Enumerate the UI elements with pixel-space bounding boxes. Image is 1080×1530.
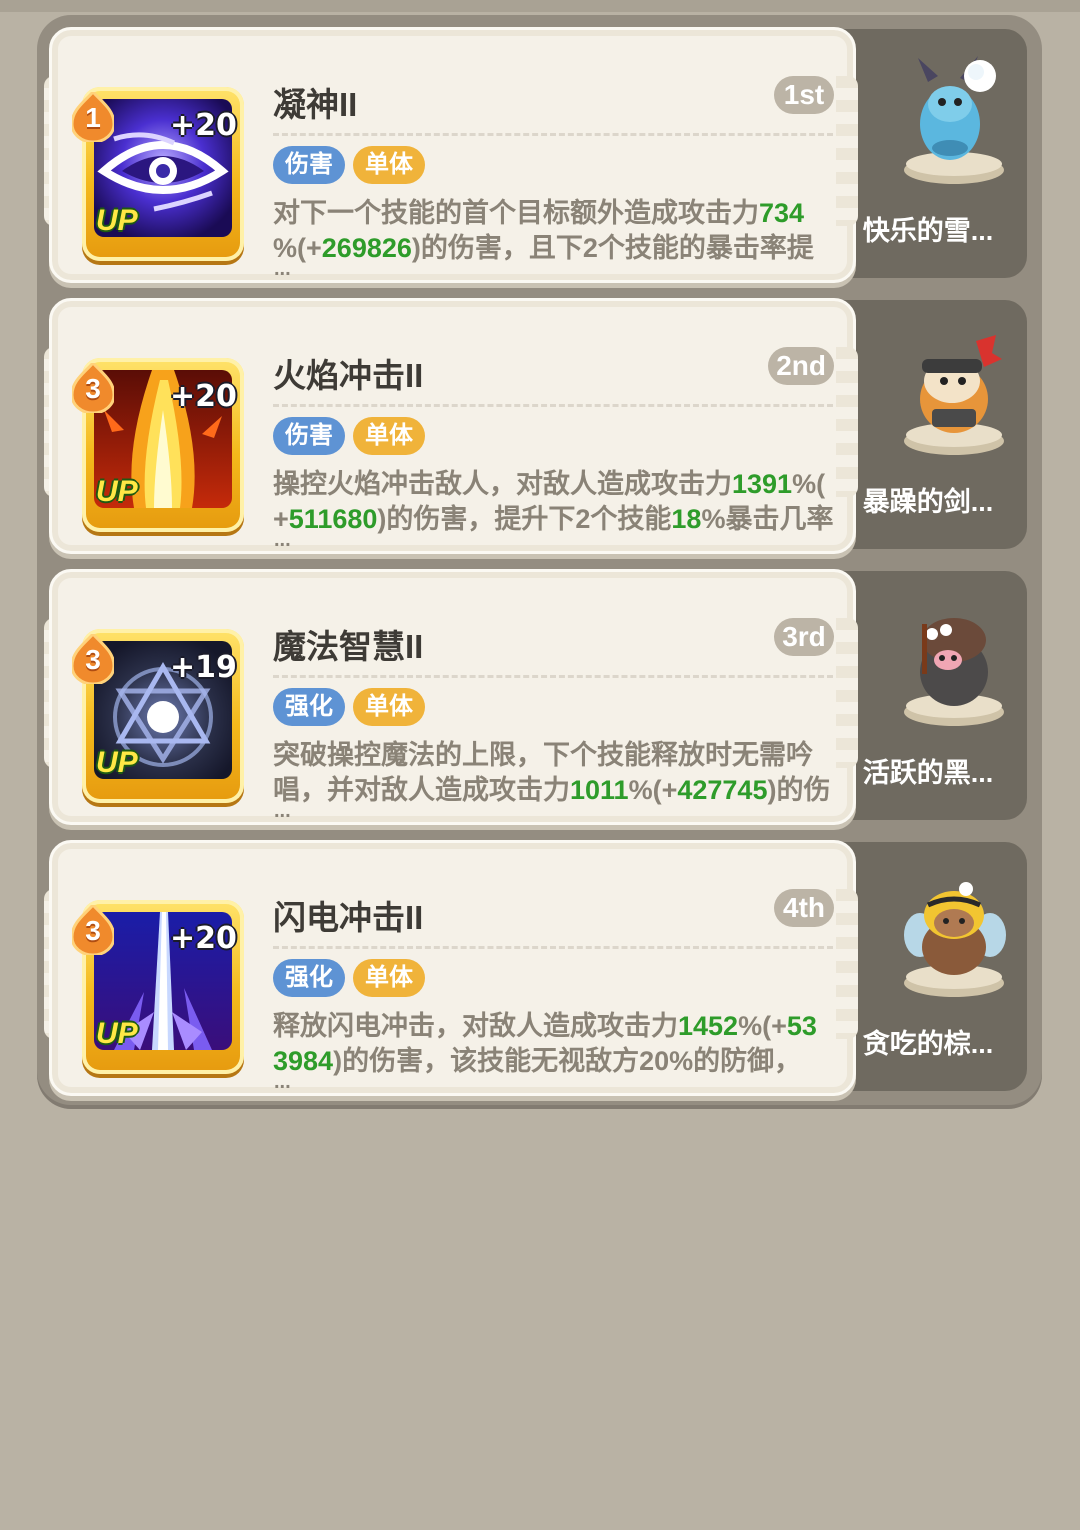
desc-line-1: 突破操控魔法的上限，下个技能释放时无需吟 (273, 740, 813, 770)
level-badge: 3 (70, 360, 116, 415)
skill-name: 闪电冲击II (273, 899, 424, 936)
desc-line-2: 唱，并对敌人造成攻击力1011%(+427745)的伤 (273, 775, 831, 805)
level-number: 1 (85, 102, 101, 133)
pet-name: 活跃的黑... (862, 758, 994, 788)
tag-type: 伤害 (273, 146, 345, 184)
enhance-level: +19 (170, 650, 237, 685)
black-pig-pet-icon (904, 618, 1004, 726)
up-label: UP (96, 746, 138, 779)
divider (273, 675, 833, 678)
bee-bear-pet-icon (904, 882, 1006, 997)
rank-badge: 1st (774, 76, 834, 114)
more-ellipsis[interactable]: ... (274, 801, 291, 821)
skill-description: 突破操控魔法的上限，下个技能释放时无需吟 唱，并对敌人造成攻击力1011%(+4… (273, 738, 839, 808)
divider (273, 946, 833, 949)
card-edge-right (836, 618, 858, 768)
card-edge-right (836, 347, 858, 497)
up-label: UP (96, 204, 138, 237)
level-number: 3 (85, 644, 101, 675)
rank-badge: 4th (774, 889, 834, 927)
skill-description: 操控火焰冲击敌人，对敌人造成攻击力1391%( +511680)的伤害，提升下2… (273, 467, 839, 537)
pet-name: 贪吃的棕... (862, 1029, 994, 1059)
skill-description: 对下一个技能的首个目标额外造成攻击力734 %(+269826)的伤害，且下2个… (273, 196, 839, 266)
skill-row-4[interactable]: 贪吃的棕... 3 +20 UP 闪电冲击II 4th 强化 单体 释放闪电冲击… (0, 829, 1080, 1096)
skill-name: 魔法智慧II (273, 628, 424, 665)
level-number: 3 (85, 915, 101, 946)
skill-row-1[interactable]: 快乐的雪... 1 +20 UP 凝神II 1st 伤害 单体 对下一个技能的首… (0, 16, 1080, 283)
tag-target: 单体 (353, 688, 425, 726)
skill-row-3[interactable]: 活跃的黑... 3 +19 UP 魔法智慧II 3rd 强化 单体 突破操控魔法… (0, 558, 1080, 825)
pet-name: 快乐的雪... (862, 216, 994, 246)
tag-type: 强化 (273, 688, 345, 726)
card-edge-right (836, 889, 858, 1039)
level-number: 3 (85, 373, 101, 404)
rank-badge: 2nd (768, 347, 834, 385)
tag-type: 伤害 (273, 417, 345, 455)
card-edge-right (836, 76, 858, 226)
divider (273, 133, 833, 136)
skill-row-2[interactable]: 暴躁的剑... 3 +20 UP 火焰冲击II 2nd 伤害 单体 操控火焰冲击… (0, 287, 1080, 554)
desc-line-1: 对下一个技能的首个目标额外造成攻击力734 (273, 198, 805, 228)
more-ellipsis[interactable]: ... (274, 530, 291, 550)
up-label: UP (96, 1017, 138, 1050)
tag-type: 强化 (273, 959, 345, 997)
desc-line-2: +511680)的伤害，提升下2个技能18%暴击几率 (273, 504, 834, 534)
enhance-level: +20 (170, 379, 237, 414)
more-ellipsis[interactable]: ... (274, 1072, 291, 1092)
skill-description: 释放闪电冲击，对敌人造成攻击力1452%(+53 3984)的伤害，该技能无视敌… (273, 1009, 839, 1079)
level-badge: 1 (70, 89, 116, 144)
level-badge: 3 (70, 631, 116, 686)
desc-line-1: 操控火焰冲击敌人，对敌人造成攻击力1391%( (273, 469, 826, 499)
skill-name: 凝神II (273, 86, 358, 123)
snow-rabbit-pet-icon (904, 56, 1004, 184)
desc-line-2: %(+269826)的伤害，且下2个技能的暴击率提 (273, 233, 814, 263)
skill-name: 火焰冲击II (273, 357, 424, 394)
rank-badge: 3rd (774, 618, 834, 656)
divider (273, 404, 833, 407)
top-strip (0, 0, 1080, 12)
more-ellipsis[interactable]: ... (274, 259, 291, 279)
desc-line-2: 3984)的伤害，该技能无视敌方20%的防御， (273, 1046, 802, 1076)
desc-line-1: 释放闪电冲击，对敌人造成攻击力1452%(+53 (273, 1011, 817, 1041)
tag-target: 单体 (353, 959, 425, 997)
tag-target: 单体 (353, 417, 425, 455)
pet-name: 暴躁的剑... (862, 487, 994, 517)
enhance-level: +20 (170, 921, 237, 956)
swordsman-hamster-pet-icon (904, 335, 1004, 455)
up-label: UP (96, 475, 138, 508)
enhance-level: +20 (170, 108, 237, 143)
level-badge: 3 (70, 902, 116, 957)
tag-target: 单体 (353, 146, 425, 184)
